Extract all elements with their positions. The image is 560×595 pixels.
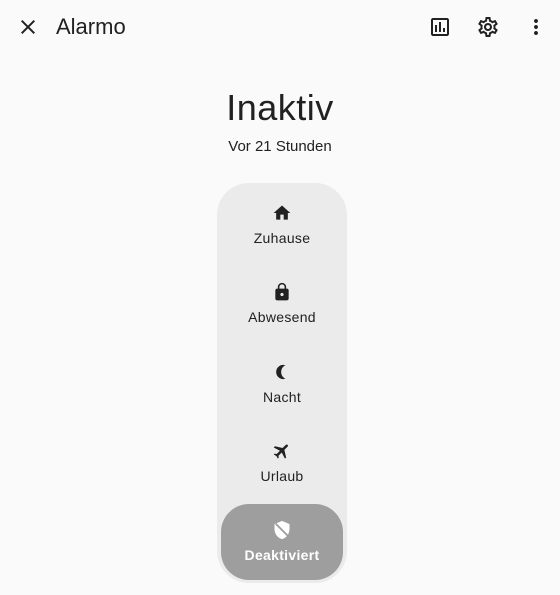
more-options-button[interactable] bbox=[516, 7, 556, 47]
alarm-state-title: Inaktiv bbox=[226, 87, 334, 128]
mode-label: Nacht bbox=[262, 389, 302, 405]
airplane-icon bbox=[273, 444, 288, 459]
close-button[interactable] bbox=[8, 7, 48, 47]
shield-off-icon bbox=[274, 520, 290, 540]
mode-button-home[interactable]: Zuhause bbox=[221, 187, 343, 263]
gear-icon bbox=[478, 17, 498, 37]
alarmo-dialog: Alarmo Inaktiv Vor 21 Stunden Zuhause Ab… bbox=[0, 0, 560, 595]
mode-label: Abwesend bbox=[248, 309, 316, 325]
alarm-state-time: Vor 21 Stunden bbox=[228, 138, 332, 155]
mode-button-vacation[interactable]: Urlaub bbox=[221, 425, 343, 501]
history-button[interactable] bbox=[420, 7, 460, 47]
lock-icon bbox=[275, 282, 289, 301]
dots-vertical-icon bbox=[534, 19, 538, 35]
mode-label: Zuhause bbox=[253, 230, 311, 246]
moon-icon bbox=[276, 364, 286, 380]
settings-button[interactable] bbox=[468, 7, 508, 47]
mode-label: Deaktiviert bbox=[244, 547, 320, 563]
chart-bar-icon bbox=[431, 18, 449, 36]
mode-label: Urlaub bbox=[260, 468, 304, 484]
app-title: Alarmo bbox=[56, 14, 126, 39]
mode-button-away[interactable]: Abwesend bbox=[221, 266, 343, 342]
close-icon bbox=[21, 20, 35, 34]
home-icon bbox=[273, 205, 291, 220]
mode-button-disarmed[interactable]: Deaktiviert bbox=[221, 504, 343, 580]
mode-button-night[interactable]: Nacht bbox=[221, 346, 343, 422]
arm-mode-selector: Zuhause Abwesend Nacht Urlaub Deaktivier… bbox=[217, 183, 347, 583]
top-app-bar: Alarmo bbox=[0, 0, 560, 54]
